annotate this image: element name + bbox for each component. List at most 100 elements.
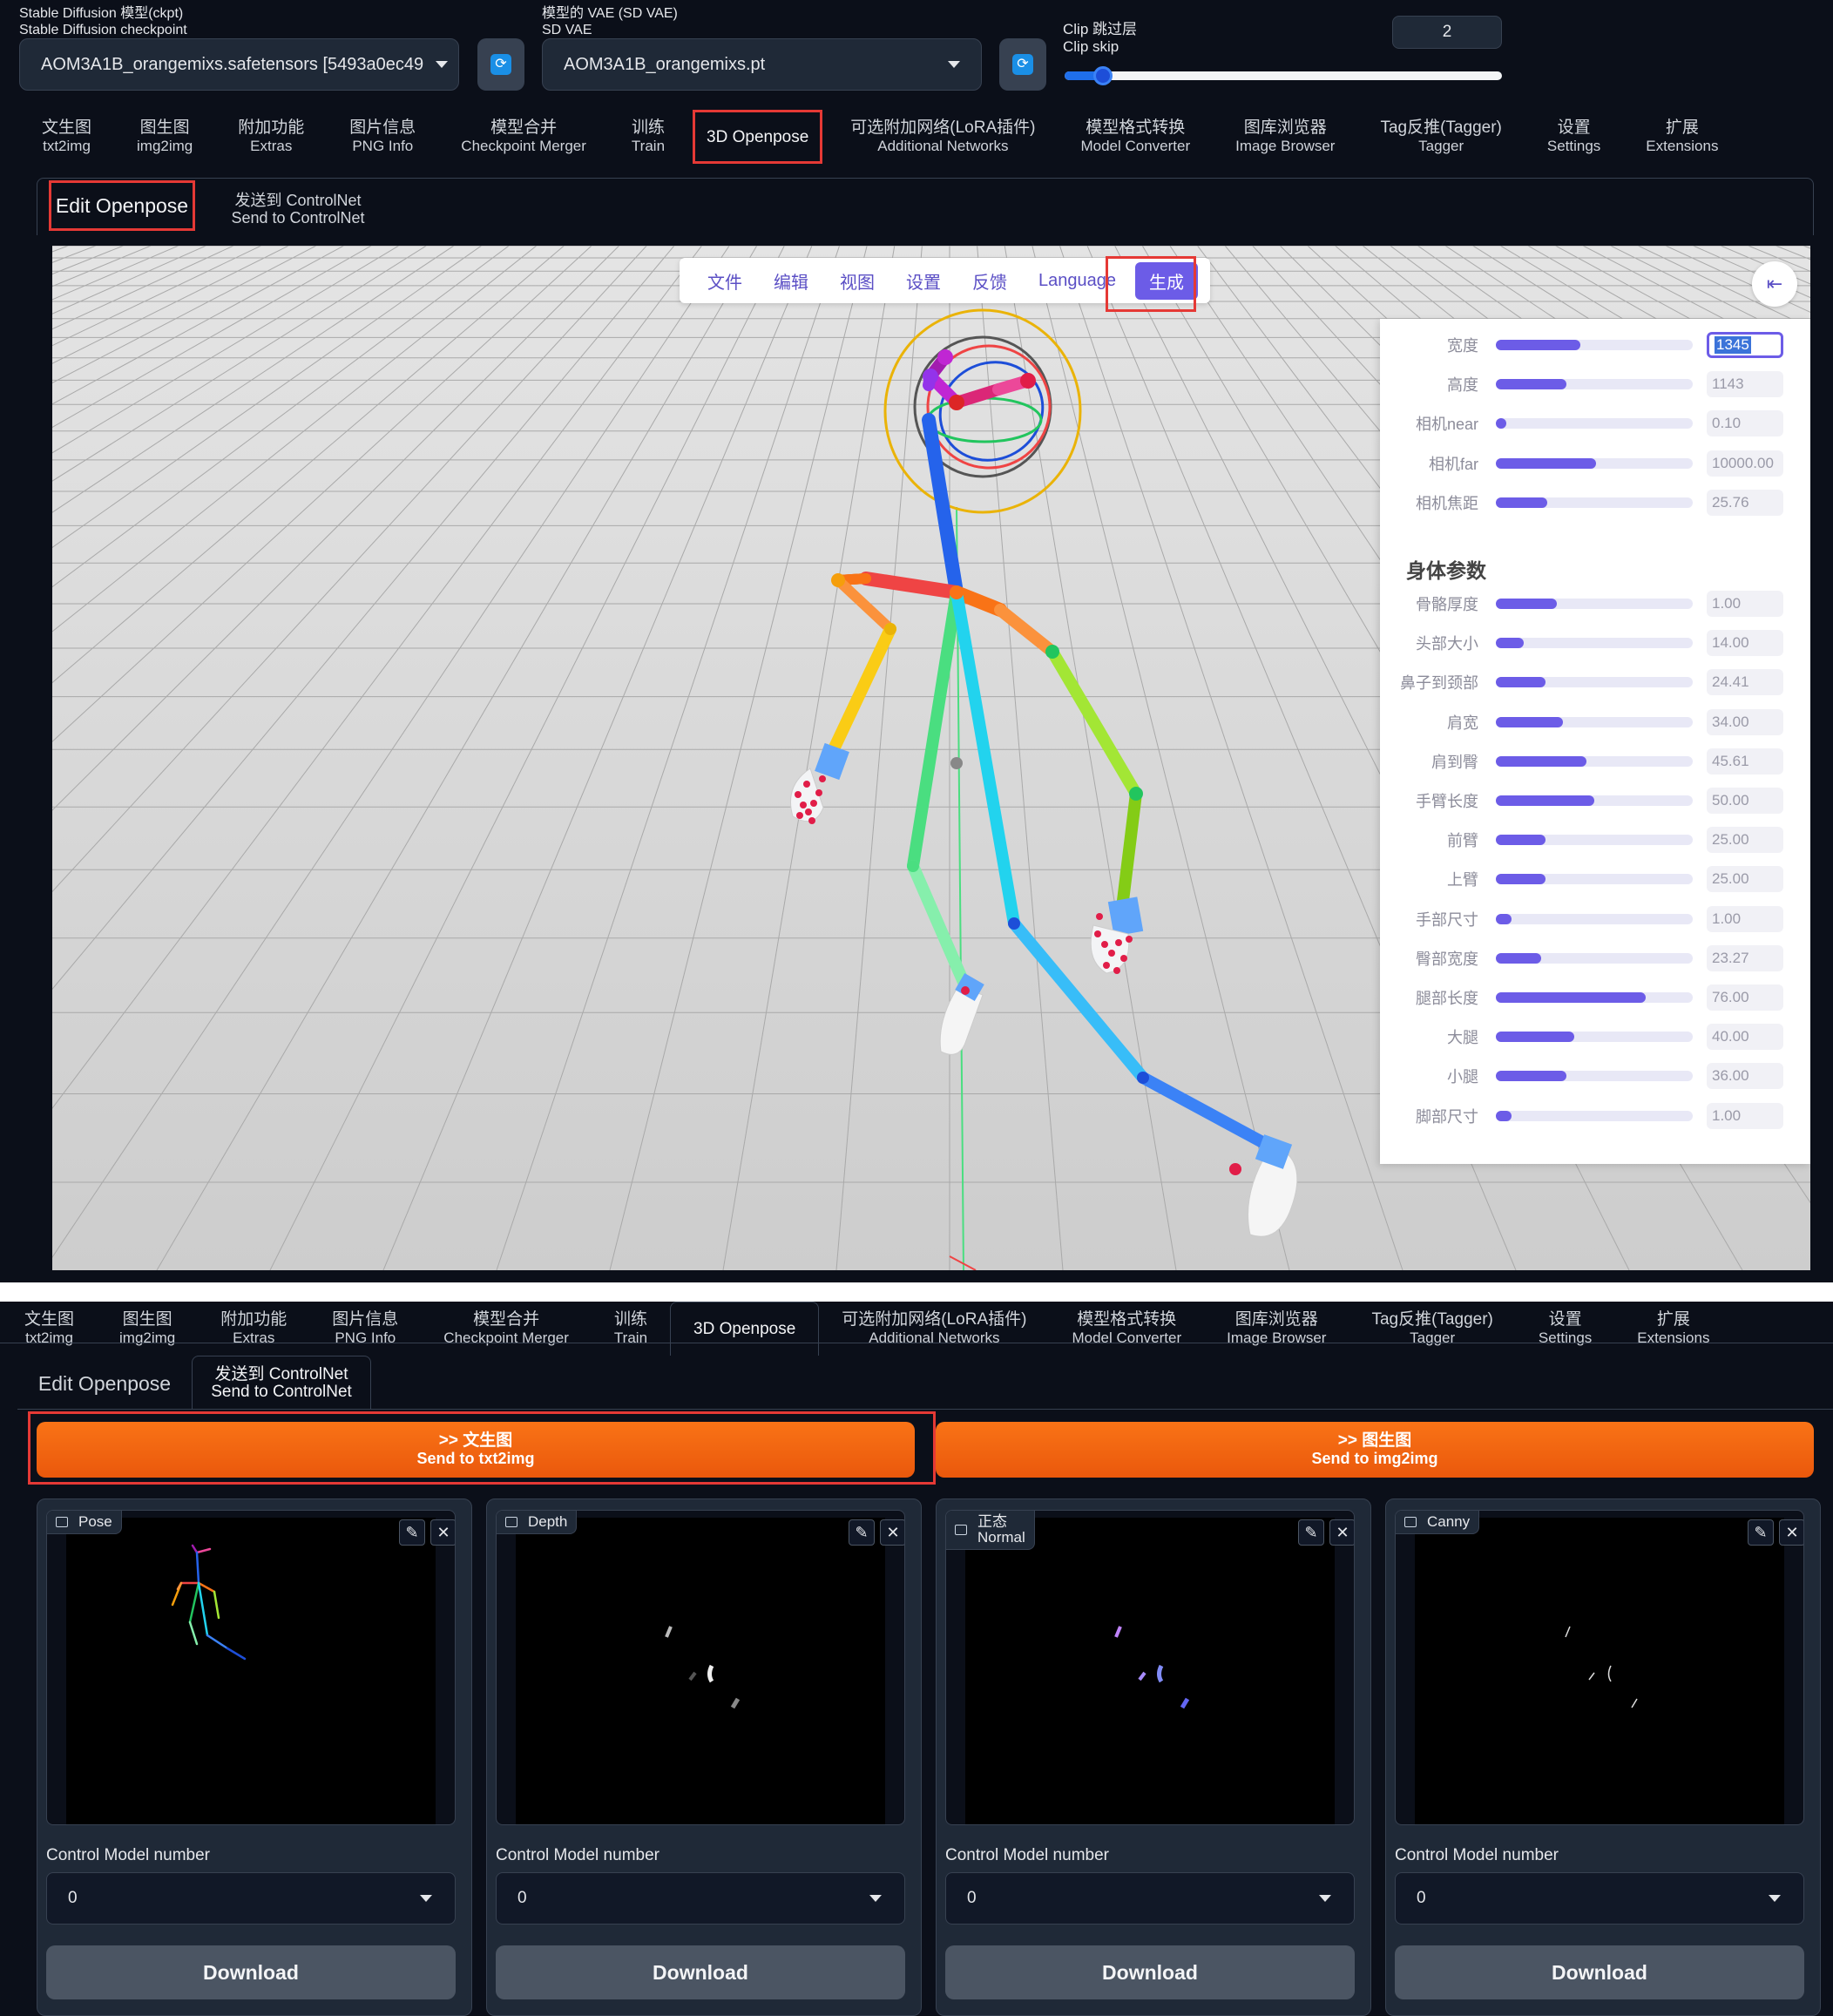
download-button[interactable]: Download [496, 1945, 905, 1999]
tab-model-converter[interactable]: 模型格式转换 Model Converter [1049, 1302, 1204, 1356]
download-button[interactable]: Download [46, 1945, 456, 1999]
tab-model-converter[interactable]: 模型格式转换 Model Converter [1058, 110, 1213, 164]
collapse-panel-button[interactable]: ⇤ [1752, 261, 1797, 307]
param-slider[interactable] [1496, 638, 1693, 649]
param-slider[interactable] [1496, 497, 1693, 508]
tab-tagger[interactable]: Tag反推(Tagger) Tagger [1349, 1302, 1515, 1356]
tab-extras[interactable]: 附加功能 Extras [198, 1302, 309, 1356]
param-slider[interactable] [1496, 599, 1693, 609]
param-slider[interactable] [1496, 418, 1693, 430]
param-value-input[interactable]: 14.00 [1707, 630, 1783, 657]
tab-3d-openpose[interactable]: 3D Openpose [693, 110, 823, 164]
control-model-number-select[interactable]: 0 [496, 1872, 905, 1925]
edit-image-button[interactable]: ✎ [1298, 1519, 1324, 1546]
control-model-number-select[interactable]: 0 [1395, 1872, 1804, 1925]
menu-view[interactable]: 视图 [824, 268, 890, 294]
param-slider[interactable] [1496, 755, 1693, 767]
tab-edit-openpose[interactable]: Edit Openpose [49, 180, 195, 231]
control-model-number-select[interactable]: 0 [46, 1872, 456, 1925]
tab-train[interactable]: 训练 Train [609, 110, 687, 164]
tab-settings[interactable]: 设置 Settings [1525, 110, 1623, 164]
tab-train[interactable]: 训练 Train [592, 1302, 670, 1356]
tab-png-info[interactable]: 图片信息 PNG Info [309, 1302, 421, 1356]
tab-extensions[interactable]: 扩展 Extensions [1623, 110, 1741, 164]
download-button[interactable]: Download [1395, 1945, 1804, 1999]
tab-txt2img[interactable]: 文生图 txt2img [19, 110, 114, 164]
clear-image-button[interactable]: ✕ [1329, 1519, 1354, 1546]
param-value-input[interactable]: 1.00 [1707, 1102, 1783, 1129]
tab-image-browser[interactable]: 图库浏览器 Image Browser [1213, 110, 1357, 164]
edit-image-button[interactable]: ✎ [1748, 1519, 1774, 1546]
tab-png-info[interactable]: 图片信息 PNG Info [327, 110, 438, 164]
tab-additional-networks[interactable]: 可选附加网络(LoRA插件) Additional Networks [819, 1302, 1049, 1356]
tab-checkpoint-merger[interactable]: 模型合并 Checkpoint Merger [421, 1302, 592, 1356]
tab-img2img[interactable]: 图生图 img2img [97, 1302, 198, 1356]
output-image[interactable]: 正态 Normal ✎ ✕ [945, 1510, 1355, 1825]
edit-image-button[interactable]: ✎ [849, 1519, 875, 1546]
menu-file[interactable]: 文件 [692, 268, 758, 294]
param-value-input[interactable]: 45.61 [1707, 748, 1783, 775]
slider-thumb[interactable] [1093, 66, 1113, 85]
tab-img2img[interactable]: 图生图 img2img [114, 110, 215, 164]
clip-skip-number[interactable]: 2 [1392, 16, 1502, 49]
tab-send-controlnet-bottom[interactable]: 发送到 ControlNet Send to ControlNet [192, 1356, 371, 1410]
clip-skip-slider[interactable] [1065, 66, 1502, 85]
param-slider[interactable] [1496, 457, 1693, 469]
param-value-input[interactable]: 36.00 [1707, 1063, 1783, 1090]
checkpoint-select[interactable]: AOM3A1B_orangemixs.safetensors [5493a0ec… [19, 38, 459, 91]
tab-send-controlnet[interactable]: 发送到 ControlNet Send to ControlNet [220, 190, 376, 228]
param-value-input[interactable]: 0.10 [1707, 410, 1783, 437]
param-value-input[interactable]: 24.41 [1707, 669, 1783, 696]
send-to-img2img-button[interactable]: >> 图生图 Send to img2img [936, 1422, 1814, 1478]
tab-image-browser[interactable]: 图库浏览器 Image Browser [1204, 1302, 1349, 1356]
download-button[interactable]: Download [945, 1945, 1355, 1999]
menu-feedback[interactable]: 反馈 [957, 268, 1023, 294]
tab-txt2img[interactable]: 文生图 txt2img [2, 1302, 97, 1356]
edit-image-button[interactable]: ✎ [399, 1519, 425, 1546]
param-value-input[interactable]: 1345 [1707, 332, 1783, 358]
param-value-input[interactable]: 10000.00 [1707, 450, 1783, 477]
param-slider[interactable] [1496, 874, 1693, 885]
param-value-input[interactable]: 40.00 [1707, 1024, 1783, 1051]
menu-settings[interactable]: 设置 [890, 268, 957, 294]
param-slider[interactable] [1496, 795, 1693, 806]
param-slider[interactable] [1496, 952, 1693, 964]
tab-tagger[interactable]: Tag反推(Tagger) Tagger [1357, 110, 1524, 164]
refresh-vae-button[interactable]: ⟳ [999, 38, 1046, 91]
tab-3d-openpose[interactable]: 3D Openpose [670, 1302, 820, 1356]
menu-edit[interactable]: 编辑 [758, 268, 824, 294]
param-value-input[interactable]: 34.00 [1707, 708, 1783, 735]
param-value-input[interactable]: 1.00 [1707, 905, 1783, 932]
param-value-input[interactable]: 25.00 [1707, 866, 1783, 893]
param-value-input[interactable]: 1.00 [1707, 591, 1783, 617]
refresh-checkpoint-button[interactable]: ⟳ [477, 38, 524, 91]
param-value-input[interactable]: 76.00 [1707, 984, 1783, 1011]
control-model-number-select[interactable]: 0 [945, 1872, 1355, 1925]
param-slider[interactable] [1496, 913, 1693, 924]
tab-extras[interactable]: 附加功能 Extras [215, 110, 327, 164]
param-slider[interactable] [1496, 992, 1693, 1003]
tab-settings[interactable]: 设置 Settings [1516, 1302, 1614, 1356]
param-slider[interactable] [1496, 677, 1693, 688]
send-to-txt2img-button[interactable]: >> 文生图 Send to txt2img [37, 1422, 915, 1478]
vae-select[interactable]: AOM3A1B_orangemixs.pt [542, 38, 982, 91]
tab-edit-openpose-bottom[interactable]: Edit Openpose [35, 1366, 174, 1401]
param-value-input[interactable]: 50.00 [1707, 788, 1783, 814]
param-slider[interactable] [1496, 1071, 1693, 1082]
param-slider[interactable] [1496, 340, 1693, 350]
tab-additional-networks[interactable]: 可选附加网络(LoRA插件) Additional Networks [828, 110, 1058, 164]
output-image[interactable]: Canny ✎ ✕ [1395, 1510, 1804, 1825]
param-value-input[interactable]: 23.27 [1707, 944, 1783, 971]
clear-image-button[interactable]: ✕ [430, 1519, 455, 1546]
output-image[interactable]: Depth ✎ ✕ [496, 1510, 905, 1825]
output-image[interactable]: Pose ✎ ✕ [46, 1510, 456, 1825]
param-slider[interactable] [1496, 716, 1693, 727]
clear-image-button[interactable]: ✕ [1779, 1519, 1803, 1546]
clear-image-button[interactable]: ✕ [880, 1519, 904, 1546]
openpose-3d-viewport[interactable]: 文件 编辑 视图 设置 反馈 Language 生成 ⇤ 宽度 1345 高度 114… [52, 246, 1810, 1270]
param-value-input[interactable]: 1143 [1707, 371, 1783, 398]
param-slider[interactable] [1496, 1032, 1693, 1043]
param-value-input[interactable]: 25.76 [1707, 489, 1783, 516]
param-slider[interactable] [1496, 835, 1693, 846]
tab-extensions[interactable]: 扩展 Extensions [1614, 1302, 1732, 1356]
